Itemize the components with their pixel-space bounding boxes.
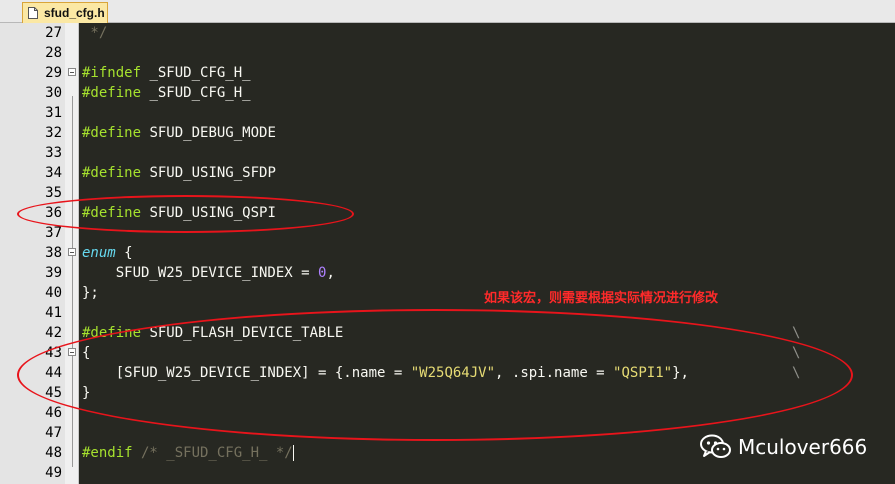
- line-number: 48: [45, 445, 62, 461]
- line-number: 37: [45, 225, 62, 241]
- code-line[interactable]: 27 */: [0, 23, 895, 43]
- code-token: };: [82, 285, 99, 301]
- line-number: 49: [45, 465, 62, 481]
- line-number: 31: [45, 105, 62, 121]
- code-text: #define SFUD_USING_SFDP: [82, 163, 276, 183]
- code-token: SFUD_W25_DEVICE_INDEX =: [82, 265, 319, 281]
- line-number: 33: [45, 145, 62, 161]
- code-line[interactable]: 49: [0, 463, 895, 483]
- text-cursor: [292, 445, 294, 461]
- line-number: 28: [45, 45, 62, 61]
- code-token: #define: [82, 85, 142, 101]
- code-text: };: [82, 283, 99, 303]
- code-line[interactable]: 30 #define _SFUD_CFG_H_: [0, 83, 895, 103]
- line-number: 46: [45, 405, 62, 421]
- tab-bar: sfud_cfg.h: [0, 0, 895, 23]
- code-text: #define SFUD_DEBUG_MODE: [82, 123, 276, 143]
- line-number: 42: [45, 325, 62, 341]
- code-token: #define: [82, 165, 142, 181]
- line-number: 41: [45, 305, 62, 321]
- line-number: 30: [45, 85, 62, 101]
- tab-label: sfud_cfg.h: [44, 6, 105, 20]
- fold-toggle-icon[interactable]: [68, 248, 76, 256]
- code-line[interactable]: 29 #ifndef _SFUD_CFG_H_: [0, 63, 895, 83]
- code-text: SFUD_W25_DEVICE_INDEX = 0,: [82, 263, 335, 283]
- line-number: 35: [45, 185, 62, 201]
- line-number: 38: [45, 245, 62, 261]
- code-line[interactable]: 39 SFUD_W25_DEVICE_INDEX = 0,: [0, 263, 895, 283]
- code-token: /* _SFUD_CFG_H_ */: [132, 445, 293, 461]
- code-text: */: [82, 23, 107, 43]
- highlight-ellipse-qspi: [17, 195, 354, 233]
- code-token: enum: [82, 245, 116, 261]
- line-number: 27: [45, 25, 62, 41]
- code-line[interactable]: 31: [0, 103, 895, 123]
- code-text: #define _SFUD_CFG_H_: [82, 83, 251, 103]
- line-number: 39: [45, 265, 62, 281]
- code-line[interactable]: 33: [0, 143, 895, 163]
- code-token: #define: [82, 125, 142, 141]
- code-text: #endif /* _SFUD_CFG_H_ */: [82, 443, 294, 463]
- tab-sfud-cfg[interactable]: sfud_cfg.h: [22, 2, 108, 23]
- line-number: 47: [45, 425, 62, 441]
- code-token: #endif: [82, 445, 133, 461]
- code-token: SFUD_DEBUG_MODE: [141, 125, 276, 141]
- code-token: {: [115, 245, 133, 261]
- line-number: 34: [45, 165, 62, 181]
- code-line[interactable]: 28: [0, 43, 895, 63]
- code-token: #ifndef: [82, 65, 142, 81]
- code-token: */: [82, 25, 108, 41]
- code-line[interactable]: 34 #define SFUD_USING_SFDP: [0, 163, 895, 183]
- fold-toggle-icon[interactable]: [68, 68, 76, 76]
- wechat-icon: [700, 434, 731, 458]
- code-token: SFUD_USING_SFDP: [141, 165, 276, 181]
- code-line[interactable]: 32 #define SFUD_DEBUG_MODE: [0, 123, 895, 143]
- code-token: ,: [326, 265, 335, 281]
- highlight-ellipse-device-table: [17, 309, 853, 441]
- annotation-text: 如果该宏，则需要根据实际情况进行修改: [484, 291, 719, 306]
- watermark: Mculover666: [700, 434, 867, 460]
- code-token: _SFUD_CFG_H_: [141, 65, 251, 81]
- code-line[interactable]: 38 enum {: [0, 243, 895, 263]
- line-number: 29: [45, 65, 62, 81]
- code-text: #ifndef _SFUD_CFG_H_: [82, 63, 251, 83]
- code-text: enum {: [82, 243, 133, 263]
- code-line[interactable]: 40};: [0, 283, 895, 303]
- code-token: _SFUD_CFG_H_: [141, 85, 251, 101]
- watermark-text: Mculover666: [738, 435, 868, 459]
- line-number: 32: [45, 125, 62, 141]
- file-icon: [28, 7, 38, 19]
- line-number: 40: [45, 285, 62, 301]
